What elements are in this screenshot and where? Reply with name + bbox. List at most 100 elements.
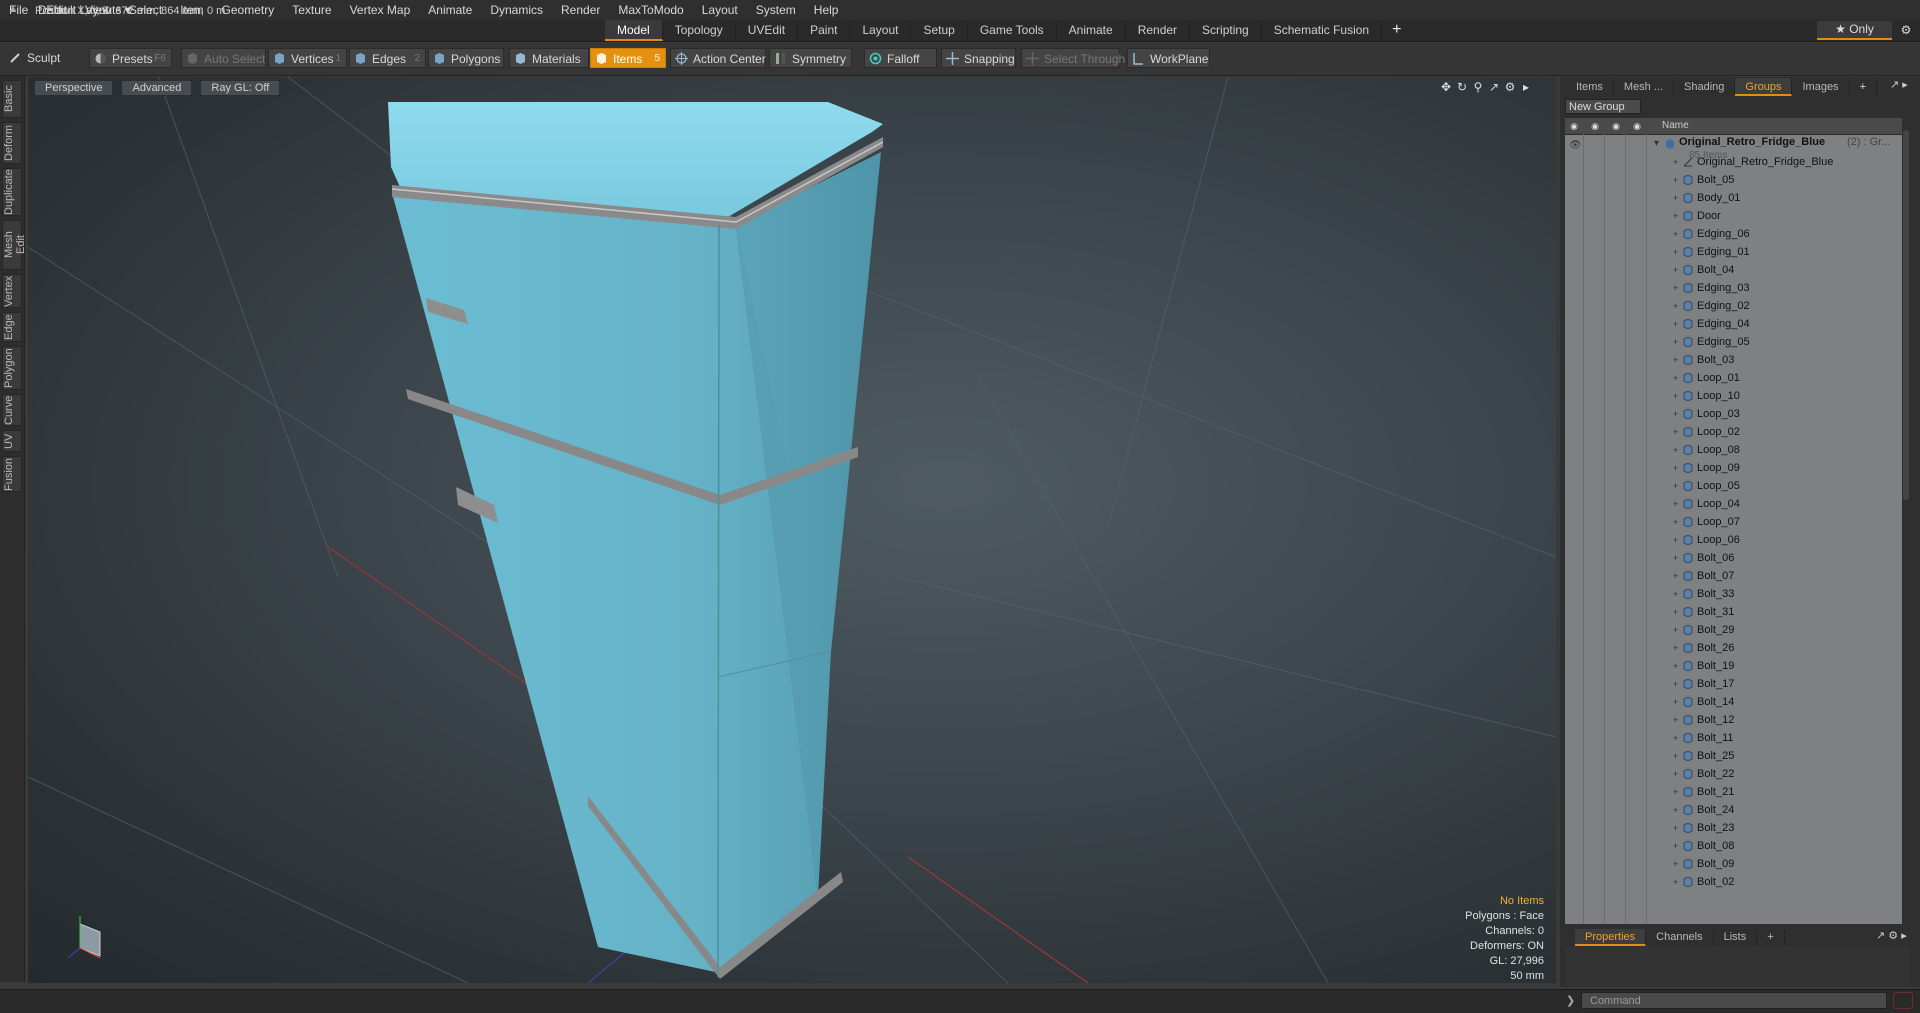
list-item[interactable]: + Bolt_24 bbox=[1565, 801, 1902, 819]
tab-render[interactable]: Render bbox=[1126, 20, 1191, 41]
command-execute-button[interactable] bbox=[1893, 992, 1913, 1009]
add-tab-button[interactable]: + bbox=[1382, 20, 1411, 41]
list-item[interactable]: + Edging_05 bbox=[1565, 333, 1902, 351]
expand-icon[interactable]: + bbox=[1673, 225, 1678, 243]
raygl-dropdown[interactable]: Ray GL: Off bbox=[200, 80, 281, 96]
expand-icon[interactable]: + bbox=[1673, 531, 1678, 549]
expand-icon[interactable]: + bbox=[1673, 423, 1678, 441]
expand-icon[interactable]: + bbox=[1673, 603, 1678, 621]
polygons-button[interactable]: Polygons bbox=[428, 48, 504, 68]
list-item[interactable]: + Bolt_25 bbox=[1565, 747, 1902, 765]
expand-icon[interactable]: + bbox=[1673, 405, 1678, 423]
left-tab-basic[interactable]: Basic bbox=[2, 80, 22, 118]
list-item[interactable]: + Loop_09 bbox=[1565, 459, 1902, 477]
add-panel-tab-button[interactable]: + bbox=[1850, 78, 1877, 96]
menu-animate[interactable]: Animate bbox=[419, 3, 481, 17]
left-tab-curve[interactable]: Curve bbox=[2, 394, 22, 426]
sculpt-button[interactable]: Sculpt bbox=[5, 48, 85, 68]
list-item[interactable]: + Loop_05 bbox=[1565, 477, 1902, 495]
expand-icon[interactable]: + bbox=[1673, 189, 1678, 207]
expand-icon[interactable]: + bbox=[1673, 315, 1678, 333]
view-mode-dropdown[interactable]: Perspective bbox=[34, 80, 114, 96]
panel-expand-icon[interactable]: ↗ ▸ bbox=[1890, 78, 1908, 91]
left-tab-vertex[interactable]: Vertex bbox=[2, 274, 22, 308]
command-arrow-icon[interactable]: ❯ bbox=[1566, 994, 1575, 1007]
expand-icon[interactable]: + bbox=[1673, 783, 1678, 801]
left-tab-edge[interactable]: Edge bbox=[2, 312, 22, 342]
expand-icon[interactable]: + bbox=[1673, 549, 1678, 567]
left-tab-fusion[interactable]: Fusion bbox=[2, 456, 22, 492]
expand-icon[interactable]: + bbox=[1673, 621, 1678, 639]
only-toggle[interactable]: ★ Only bbox=[1817, 21, 1892, 40]
list-item[interactable]: + Body_01 bbox=[1565, 189, 1902, 207]
list-item[interactable]: + Bolt_06 bbox=[1565, 549, 1902, 567]
list-item[interactable]: + Bolt_31 bbox=[1565, 603, 1902, 621]
left-tab-polygon[interactable]: Polygon bbox=[2, 346, 22, 390]
expand-icon[interactable]: + bbox=[1673, 711, 1678, 729]
menu-render[interactable]: Render bbox=[552, 3, 609, 17]
list-item[interactable]: + Loop_10 bbox=[1565, 387, 1902, 405]
menu-dynamics[interactable]: Dynamics bbox=[481, 3, 552, 17]
tab-uvedit[interactable]: UVEdit bbox=[736, 20, 799, 41]
lock-column-icon[interactable]: ◉ bbox=[1610, 120, 1622, 132]
list-item[interactable]: + Bolt_08 bbox=[1565, 837, 1902, 855]
expand-icon[interactable]: + bbox=[1673, 585, 1678, 603]
list-item[interactable]: + Bolt_04 bbox=[1565, 261, 1902, 279]
menu-maxtomodo[interactable]: MaxToModo bbox=[609, 3, 692, 17]
left-tab-uv[interactable]: UV bbox=[2, 430, 22, 452]
list-item[interactable]: + Bolt_23 bbox=[1565, 819, 1902, 837]
tab-scripting[interactable]: Scripting bbox=[1190, 20, 1262, 41]
select-column-icon[interactable]: ◉ bbox=[1631, 120, 1643, 132]
workplane-button[interactable]: WorkPlane bbox=[1127, 48, 1210, 68]
falloff-button[interactable]: Falloff bbox=[864, 48, 937, 68]
list-item[interactable]: + Edging_03 bbox=[1565, 279, 1902, 297]
tab-animate[interactable]: Animate bbox=[1057, 20, 1126, 41]
list-item[interactable]: + Bolt_03 bbox=[1565, 351, 1902, 369]
expand-icon[interactable]: + bbox=[1673, 729, 1678, 747]
list-item[interactable]: + Door bbox=[1565, 207, 1902, 225]
menu-texture[interactable]: Texture bbox=[283, 3, 340, 17]
list-item[interactable]: + Bolt_14 bbox=[1565, 693, 1902, 711]
list-item[interactable]: + Bolt_09 bbox=[1565, 855, 1902, 873]
fridge-model[interactable] bbox=[388, 102, 884, 979]
expand-icon[interactable]: + bbox=[1673, 819, 1678, 837]
action-center-button[interactable]: Action Center bbox=[670, 48, 766, 68]
tab-layout[interactable]: Layout bbox=[850, 20, 912, 41]
list-item[interactable]: + Bolt_12 bbox=[1565, 711, 1902, 729]
list-item[interactable]: + Edging_02 bbox=[1565, 297, 1902, 315]
presets-button[interactable]: Presets F6 bbox=[89, 48, 172, 68]
expand-icon[interactable]: + bbox=[1673, 279, 1678, 297]
expand-icon[interactable]: + bbox=[1673, 441, 1678, 459]
viewport-settings-icon[interactable]: ⚙ bbox=[1502, 79, 1518, 95]
expand-icon[interactable]: + bbox=[1673, 801, 1678, 819]
tab-topology[interactable]: Topology bbox=[663, 20, 736, 41]
tab-schematic-fusion[interactable]: Schematic Fusion bbox=[1262, 20, 1383, 41]
tab-paint[interactable]: Paint bbox=[798, 20, 851, 41]
list-item[interactable]: + Edging_04 bbox=[1565, 315, 1902, 333]
list-item[interactable]: + Original_Retro_Fridge_Blue bbox=[1565, 153, 1902, 171]
add-bottom-tab-button[interactable]: + bbox=[1757, 929, 1785, 946]
left-tab-mesh-edit[interactable]: Mesh Edit bbox=[2, 220, 27, 270]
panel-options-icon[interactable]: ↗ ⚙ ▸ bbox=[1876, 929, 1907, 942]
menu-vertex-map[interactable]: Vertex Map bbox=[341, 3, 420, 17]
expand-icon[interactable]: + bbox=[1673, 675, 1678, 693]
edges-button[interactable]: Edges 2 bbox=[349, 48, 426, 68]
left-tab-deform[interactable]: Deform bbox=[2, 122, 22, 164]
expand-icon[interactable]: + bbox=[1673, 153, 1678, 171]
tab-game-tools[interactable]: Game Tools bbox=[968, 20, 1057, 41]
tab-model[interactable]: Model bbox=[605, 20, 663, 41]
new-group-button[interactable]: New Group bbox=[1565, 99, 1641, 114]
expand-icon[interactable]: + bbox=[1673, 477, 1678, 495]
expand-icon[interactable]: + bbox=[1673, 459, 1678, 477]
command-input[interactable]: Command bbox=[1581, 992, 1887, 1009]
panel-tab-items[interactable]: Items bbox=[1566, 78, 1614, 96]
layout-grip-icon[interactable]: ▲ bbox=[4, 3, 22, 18]
expand-icon[interactable]: + bbox=[1673, 693, 1678, 711]
tab-setup[interactable]: Setup bbox=[911, 20, 968, 41]
list-item[interactable]: + Bolt_19 bbox=[1565, 657, 1902, 675]
list-item[interactable]: + Loop_04 bbox=[1565, 495, 1902, 513]
pan-icon[interactable]: ✥ bbox=[1438, 79, 1454, 95]
expand-icon[interactable]: + bbox=[1673, 387, 1678, 405]
name-column-header[interactable]: Name bbox=[1662, 118, 1689, 134]
shading-dropdown[interactable]: Advanced bbox=[121, 80, 193, 96]
